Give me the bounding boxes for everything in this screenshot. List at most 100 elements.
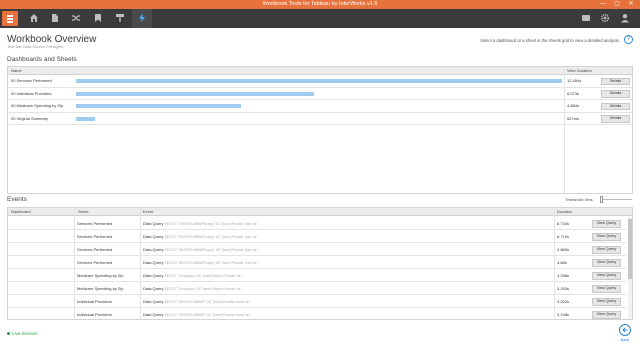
duration-bar (76, 116, 96, 121)
event-row[interactable]: Services Performed Data Query SELECT "IDV… (8, 217, 626, 230)
event-row[interactable]: Services Performed Data Query SELECT "IDV… (8, 256, 626, 269)
event-duration: 3.298s (557, 273, 570, 278)
view-query-button[interactable]: View Query (592, 246, 621, 254)
maximize-button[interactable]: ▢ (611, 0, 623, 9)
dashboard-row[interactable]: 00 Services Performed 12.454s Details (8, 75, 632, 88)
home-button[interactable] (24, 9, 44, 28)
event-query-text: SELECT "Geography" AS "[none]:Region Pro… (164, 287, 245, 291)
dashboard-name: 00 Services Performed (11, 78, 52, 83)
lightning-icon (139, 13, 145, 23)
view-query-button[interactable]: View Query (592, 272, 621, 280)
user-button[interactable] (616, 9, 634, 28)
paint-roller-button[interactable] (110, 9, 130, 28)
event-sheet: Services Performed (77, 247, 113, 252)
column-header-view-duration[interactable]: View Duration (567, 67, 592, 75)
column-header-name[interactable]: Name (11, 67, 22, 75)
threshold-slider-handle[interactable] (600, 196, 603, 203)
event-sheet: Medicare Spending by Zip (77, 273, 124, 278)
view-query-button[interactable]: View Query (592, 259, 621, 267)
dashboard-row[interactable]: 00 Medicare Spending by Zip 4.884s Details (8, 100, 632, 113)
dashboards-section-title: Dashboards and Sheets (7, 56, 77, 63)
event-type: Data Query (143, 247, 164, 252)
live-session-status: Live Session (7, 331, 38, 336)
status-dot-icon (7, 332, 10, 336)
details-button[interactable]: Details (601, 77, 630, 85)
document-button[interactable] (45, 9, 65, 28)
column-header-sheet[interactable]: Sheet (78, 208, 88, 216)
home-icon (30, 14, 38, 22)
view-query-button[interactable]: View Query (592, 311, 621, 319)
event-duration: 6.719s (557, 234, 570, 239)
events-grid-header: Dashboard Sheet Event Duration (8, 208, 632, 216)
event-type: Data Query (143, 273, 164, 278)
column-header-duration[interactable]: Duration (557, 208, 572, 216)
event-row[interactable]: Services Performed Data Query SELECT "IDV… (8, 243, 626, 256)
details-button[interactable]: Details (601, 102, 630, 110)
event-query-text: SELECT "IDVSPDLUBWAPI(copy)" AS "[none]:… (164, 222, 261, 226)
performance-button[interactable] (132, 9, 152, 28)
dashboard-row[interactable]: 00 Individual Providers 6.573s Details (8, 88, 632, 100)
chat-button[interactable] (577, 9, 595, 28)
event-row[interactable]: Services Performed Data Query SELECT "IDV… (8, 230, 626, 243)
event-query-text: SELECT "IDVSPDLUBWAPI(copy)" AS "[none]:… (164, 235, 261, 239)
view-query-button[interactable]: View Query (592, 220, 621, 228)
event-row[interactable]: Medicare Spending by Zip Data Query SELEC… (8, 269, 626, 282)
duration-bar (76, 79, 562, 84)
events-scrollbar[interactable] (628, 217, 632, 319)
event-type: Data Query (143, 299, 164, 304)
view-duration: 4.884s (567, 103, 580, 108)
live-session-label: Live Session (12, 331, 38, 336)
column-header-dashboard[interactable]: Dashboard (11, 208, 31, 216)
event-sheet: Individual Providers (77, 312, 112, 317)
events-scrollbar-thumb[interactable] (628, 219, 632, 279)
gear-icon (600, 13, 610, 23)
view-query-button[interactable]: View Query (592, 298, 621, 306)
instruction-text: Select a dashboard or a sheet in the she… (480, 38, 620, 43)
shuffle-icon (72, 15, 80, 21)
dashboards-grid: Name View Duration 00 Services Performed… (7, 66, 633, 194)
event-row[interactable]: Individual Providers Data Query SELECT "I… (8, 295, 626, 308)
dashboard-name: 00 Individual Providers (11, 90, 52, 96)
title-bar: Workbook Tools for Tableau by InterWorks… (0, 0, 640, 9)
threshold-slider[interactable] (601, 199, 632, 200)
event-row[interactable]: Medicare Spending by Zip Data Query SELEC… (8, 282, 626, 295)
minimize-button[interactable]: — (597, 0, 609, 9)
details-button[interactable]: Details (601, 115, 630, 123)
main-toolbar (0, 9, 640, 28)
events-grid: Dashboard Sheet Event Duration Services … (7, 207, 633, 320)
dashboards-grid-header: Name View Duration (8, 67, 632, 75)
event-duration: 4.883s (557, 247, 570, 252)
event-duration: 6.733s (557, 221, 570, 226)
settings-button[interactable] (596, 9, 614, 28)
event-type: Data Query (143, 312, 164, 317)
bookmark-icon (95, 14, 101, 22)
event-duration: 3.198s (557, 312, 570, 317)
view-query-button[interactable]: View Query (592, 285, 621, 293)
help-icon[interactable]: ? (624, 35, 633, 44)
close-button[interactable]: ✕ (625, 0, 637, 9)
arrow-left-icon (622, 327, 628, 333)
window-title: Workbook Tools for Tableau by InterWorks… (262, 1, 378, 7)
shuffle-button[interactable] (66, 9, 86, 28)
view-duration: 12.454s (567, 78, 582, 83)
dashboard-row[interactable]: 00 Virginia Summary 527ms Details (8, 113, 632, 125)
event-row[interactable]: Individual Providers Data Query SELECT "I… (8, 308, 626, 319)
event-duration: 3.202s (557, 299, 570, 304)
bookmark-button[interactable] (88, 9, 108, 28)
back-label[interactable]: Back (619, 337, 631, 342)
chat-icon (582, 15, 590, 21)
back-button[interactable] (619, 324, 631, 336)
document-icon (52, 14, 58, 22)
view-duration: 527ms (567, 115, 580, 121)
details-button[interactable]: Details (601, 90, 630, 98)
column-header-event[interactable]: Event (143, 208, 153, 216)
event-sheet: Services Performed (77, 221, 113, 226)
event-type: Data Query (143, 286, 164, 291)
threshold-label: Threshold: 0ms (565, 197, 593, 202)
event-duration: 3.293s (557, 286, 570, 291)
view-duration: 6.573s (567, 90, 580, 96)
event-sheet: Services Performed (77, 234, 113, 239)
event-sheet: Individual Providers (77, 299, 112, 304)
event-sheet: Medicare Spending by Zip (77, 286, 124, 291)
view-query-button[interactable]: View Query (592, 233, 621, 241)
